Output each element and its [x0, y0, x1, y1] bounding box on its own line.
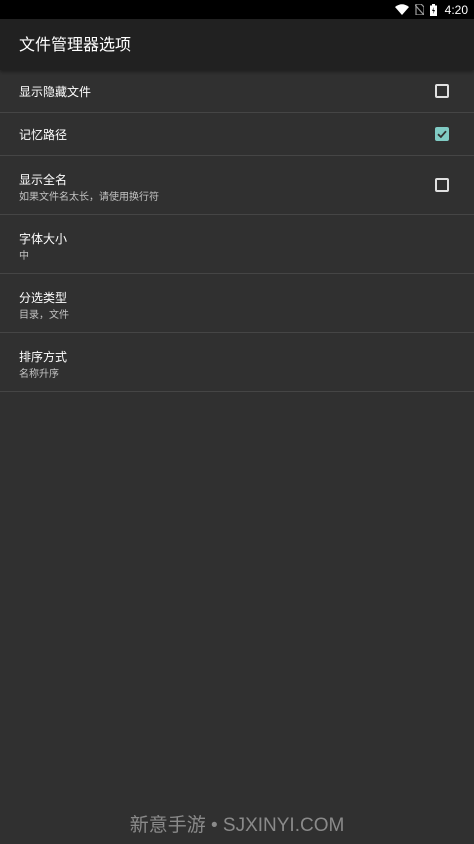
setting-summary: 名称升序 — [19, 369, 59, 380]
show-full-name-checkbox[interactable] — [435, 178, 449, 192]
status-icons: 4:20 — [394, 0, 468, 19]
app-bar: 文件管理器选项 — [0, 19, 474, 70]
status-bar: 4:20 — [0, 0, 474, 19]
page-title: 文件管理器选项 — [19, 35, 132, 54]
setting-show-hidden-files[interactable]: 显示隐藏文件 — [0, 70, 474, 113]
setting-show-full-name[interactable]: 显示全名 如果文件名太长，请使用换行符 — [0, 156, 474, 215]
setting-font-size[interactable]: 字体大小 中 — [0, 215, 474, 274]
battery-charging-icon — [429, 3, 437, 16]
setting-title: 排序方式 — [19, 350, 68, 364]
status-time: 4:20 — [444, 2, 468, 17]
setting-title: 分选类型 — [19, 291, 68, 305]
setting-sort-type[interactable]: 分选类型 目录，文件 — [0, 274, 474, 333]
remember-path-checkbox[interactable] — [435, 127, 449, 141]
setting-title: 记忆路径 — [19, 128, 68, 142]
setting-title: 显示全名 — [19, 173, 68, 187]
setting-title: 字体大小 — [19, 232, 68, 246]
show-hidden-files-checkbox[interactable] — [435, 84, 449, 98]
setting-summary: 中 — [19, 251, 29, 262]
settings-list: 显示隐藏文件 记忆路径 显示全名 如果文件名太长，请使用换行符 字体大小 中 分… — [0, 70, 474, 392]
setting-title: 显示隐藏文件 — [19, 85, 92, 99]
setting-remember-path[interactable]: 记忆路径 — [0, 113, 474, 156]
watermark: 新意手游 • SJXINYI.COM — [129, 815, 345, 836]
setting-sort-order[interactable]: 排序方式 名称升序 — [0, 333, 474, 392]
setting-summary: 目录，文件 — [19, 310, 69, 321]
setting-summary: 如果文件名太长，请使用换行符 — [19, 192, 159, 203]
wifi-icon — [394, 4, 409, 15]
no-sim-icon — [414, 4, 424, 15]
